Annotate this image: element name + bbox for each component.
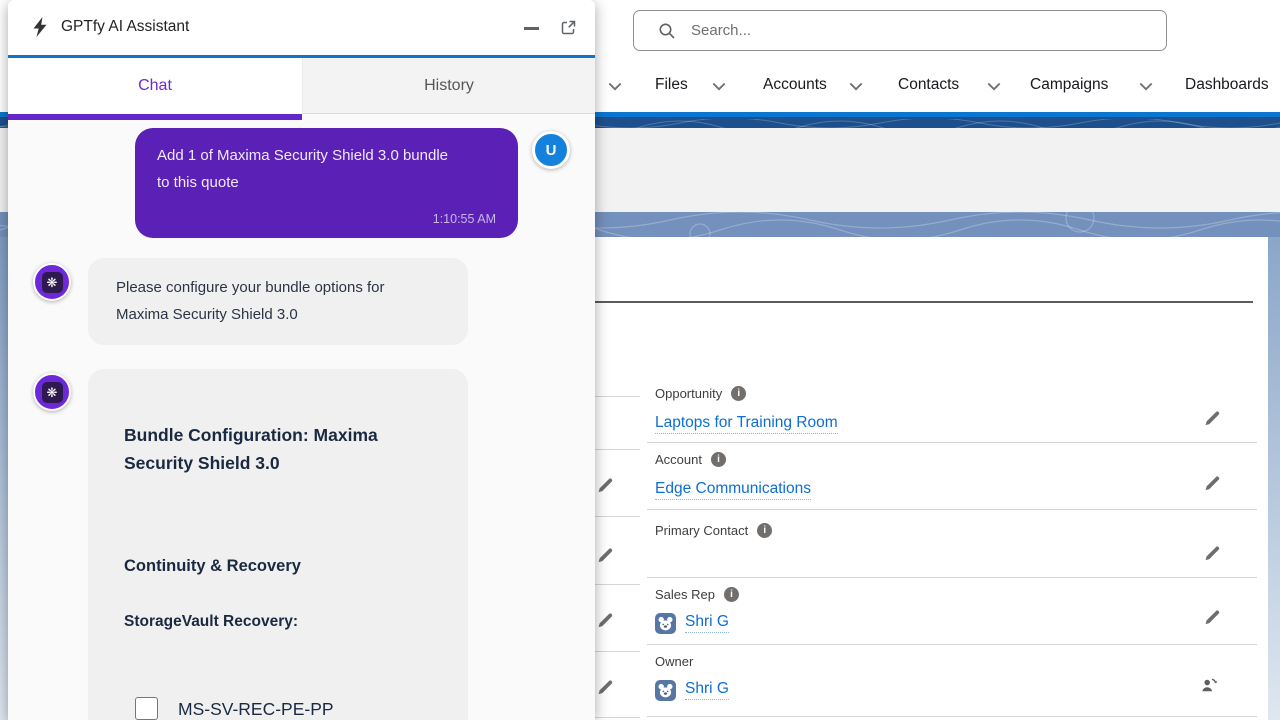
bot-message-bubble: Please configure your bundle options for… [88, 258, 468, 345]
divider [595, 717, 640, 718]
bundle-section-heading: Continuity & Recovery [124, 557, 438, 576]
user-avatar [655, 680, 676, 701]
tab-chat[interactable]: Chat [8, 58, 302, 114]
bot-avatar: ❋ [33, 373, 71, 411]
field-label: Sales Rep [655, 587, 715, 602]
chevron-down-icon[interactable] [987, 82, 1001, 91]
field-label-line: Sales Rep i [655, 587, 739, 602]
info-icon[interactable]: i [711, 452, 726, 467]
account-link[interactable]: Edge Communications [655, 480, 811, 500]
change-owner-icon[interactable] [1200, 676, 1218, 694]
divider [595, 449, 640, 450]
field-row-owner: Owner Shri G [647, 646, 1257, 717]
edit-pencil-icon[interactable] [1203, 475, 1220, 492]
field-label-line: Opportunity i [655, 386, 746, 401]
bundle-group-heading: StorageVault Recovery: [124, 613, 438, 631]
user-avatar: U [532, 131, 570, 169]
bot-avatar: ❋ [33, 263, 71, 301]
opportunity-link[interactable]: Laptops for Training Room [655, 414, 838, 434]
nav-tab-files[interactable]: Files [655, 76, 688, 94]
edit-pencil-icon[interactable] [596, 679, 613, 696]
field-label: Primary Contact [655, 523, 748, 538]
edit-pencil-icon[interactable] [596, 612, 613, 629]
nav-tab-dashboards[interactable]: Dashboards [1185, 76, 1269, 94]
field-row-opportunity: Opportunity i Laptops for Training Room [647, 378, 1257, 443]
chat-panel-header: GPTfy AI Assistant [8, 0, 595, 55]
divider [595, 516, 640, 517]
edit-pencil-icon[interactable] [596, 477, 613, 494]
info-icon[interactable]: i [724, 587, 739, 602]
info-icon[interactable]: i [731, 386, 746, 401]
bot-message-text: Please configure your bundle options for… [116, 275, 418, 328]
nav-tab-accounts[interactable]: Accounts [763, 76, 827, 94]
gptfy-chat-panel: GPTfy AI Assistant Chat History Add 1 of… [8, 0, 595, 720]
chat-panel-title: GPTfy AI Assistant [61, 18, 189, 36]
option-label: MS-SV-REC-PE-PP [178, 697, 334, 720]
page-background-strip [1268, 237, 1280, 720]
user-avatar [655, 613, 676, 634]
message-timestamp: 1:10:55 AM [433, 212, 496, 226]
edit-pencil-icon[interactable] [1203, 410, 1220, 427]
pinwheel-icon: ❋ [42, 382, 63, 403]
field-label-line: Account i [655, 452, 726, 467]
minimize-icon[interactable] [524, 27, 539, 30]
nav-tab-contacts[interactable]: Contacts [898, 76, 959, 94]
sales-rep-link[interactable]: Shri G [685, 613, 729, 633]
bundle-card-title: Bundle Configuration: Maxima Security Sh… [124, 422, 420, 477]
field-value-line: Shri G [655, 679, 729, 701]
field-row-account: Account i Edge Communications [647, 444, 1257, 510]
field-label: Account [655, 452, 702, 467]
field-row-sales-rep: Sales Rep i Shri G [647, 579, 1257, 645]
nav-tab-campaigns[interactable]: Campaigns [1030, 76, 1108, 94]
search-input[interactable] [689, 21, 1152, 40]
field-value-line: Laptops for Training Room [655, 413, 838, 435]
active-tab-underline [8, 114, 302, 120]
edit-pencil-icon[interactable] [1203, 609, 1220, 626]
pinwheel-icon: ❋ [42, 272, 63, 293]
tab-history[interactable]: History [302, 58, 595, 114]
owner-link[interactable]: Shri G [685, 680, 729, 700]
chevron-down-icon[interactable] [712, 82, 726, 91]
page-background-strip [0, 237, 8, 720]
info-icon[interactable]: i [757, 523, 772, 538]
lightning-bolt-icon [32, 17, 48, 37]
field-value-line: Edge Communications [655, 479, 811, 501]
edit-pencil-icon[interactable] [596, 547, 613, 564]
bundle-configuration-card: Bundle Configuration: Maxima Security Sh… [88, 369, 468, 720]
field-row-primary-contact: Primary Contact i [647, 511, 1257, 578]
divider [595, 396, 640, 397]
section-divider [560, 301, 1253, 303]
search-icon [658, 22, 676, 40]
field-label-line: Primary Contact i [655, 523, 772, 538]
option-checkbox[interactable] [135, 697, 158, 720]
bundle-option-row: MS-SV-REC-PE-PP [135, 697, 438, 720]
chevron-down-icon[interactable] [1139, 82, 1153, 91]
divider [595, 584, 640, 585]
edit-pencil-icon[interactable] [1203, 545, 1220, 562]
user-message-text: Add 1 of Maxima Security Shield 3.0 bund… [157, 143, 457, 196]
field-label: Owner [655, 654, 693, 669]
field-label-line: Owner [655, 654, 693, 669]
chevron-down-icon[interactable] [849, 82, 863, 91]
user-message-bubble: Add 1 of Maxima Security Shield 3.0 bund… [135, 128, 518, 238]
screen: Files Accounts Contacts Campaigns Dashbo… [0, 0, 1280, 720]
divider [595, 651, 640, 652]
global-search-box[interactable] [633, 10, 1167, 51]
field-value-line: Shri G [655, 612, 729, 634]
chevron-down-icon[interactable] [608, 82, 622, 91]
popout-icon[interactable] [560, 19, 577, 36]
field-label: Opportunity [655, 386, 722, 401]
